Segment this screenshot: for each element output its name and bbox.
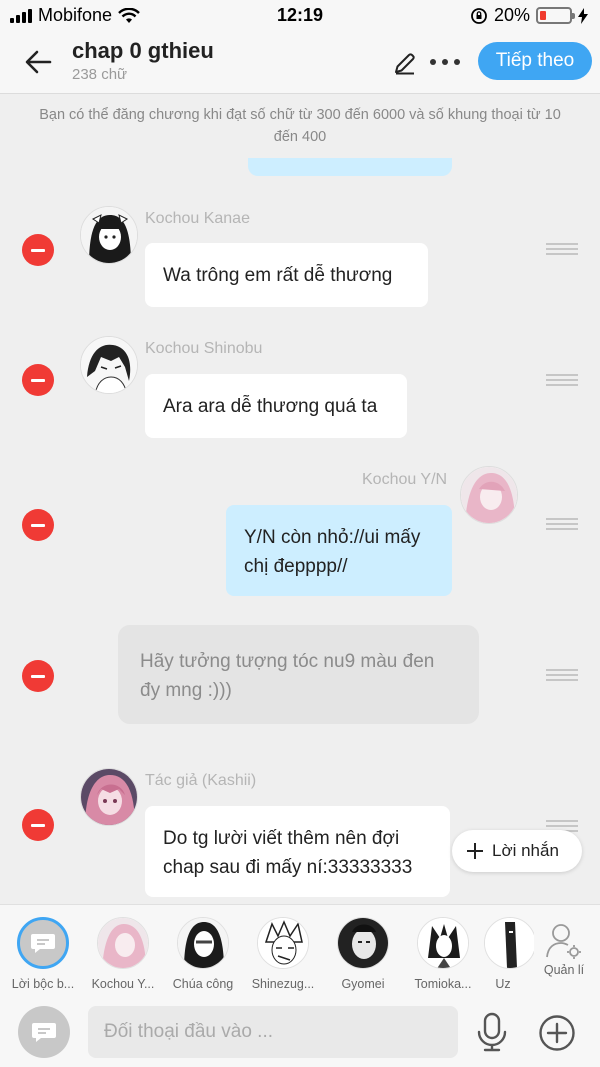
next-button[interactable]: Tiếp theo bbox=[478, 42, 592, 80]
drag-handle-icon[interactable] bbox=[546, 669, 578, 681]
battery-icon bbox=[536, 7, 575, 24]
character-uzui[interactable]: Uz bbox=[472, 917, 534, 991]
pencil-icon[interactable] bbox=[392, 50, 418, 76]
message-bubble[interactable]: Do tg lười viết thêm nên đợi chap sau đi… bbox=[145, 806, 450, 897]
character-avatar bbox=[257, 917, 309, 969]
remove-message-button[interactable] bbox=[22, 234, 54, 266]
manage-user-icon bbox=[546, 924, 581, 959]
character-avatar bbox=[177, 917, 229, 969]
speaker-name: Tác giả (Kashii) bbox=[145, 772, 257, 789]
character-avatar bbox=[484, 917, 534, 969]
character-narration[interactable]: Lời bộc b... bbox=[3, 917, 83, 991]
back-arrow-icon[interactable] bbox=[20, 46, 56, 78]
avatar-kochou-kanae bbox=[80, 206, 138, 264]
character-label: Lời bộc b... bbox=[11, 977, 75, 991]
remove-message-button[interactable] bbox=[22, 509, 54, 541]
add-note-label: Lời nhắn bbox=[492, 841, 559, 860]
remove-message-button[interactable] bbox=[22, 364, 54, 396]
character-label: Gyomei bbox=[341, 977, 385, 991]
drag-handle-icon[interactable] bbox=[546, 243, 578, 255]
chapter-title: chap 0 gthieu bbox=[72, 38, 214, 63]
character-label: Uz bbox=[495, 977, 511, 991]
add-circle-icon[interactable] bbox=[538, 1014, 576, 1052]
charging-bolt-icon bbox=[578, 7, 588, 24]
manage-characters-button[interactable]: Quản lí bbox=[528, 917, 600, 977]
character-label: Shinezug... bbox=[251, 977, 315, 991]
avatar-kochou-shinobu bbox=[80, 336, 138, 394]
drag-handle-icon[interactable] bbox=[546, 518, 578, 530]
chat-bubble-icon bbox=[32, 1023, 56, 1042]
narration-bubble[interactable]: Hãy tưởng tượng tóc nu9 màu đen đy mng :… bbox=[118, 625, 479, 724]
microphone-icon[interactable] bbox=[476, 1012, 508, 1052]
previous-message-bubble[interactable] bbox=[248, 158, 452, 176]
my-message-bubble[interactable]: Y/N còn nhỏ://ui mấy chị đepppp// bbox=[226, 505, 452, 596]
battery-percent: 20% bbox=[493, 5, 530, 25]
word-limit-notice: Bạn có thể đăng chương khi đạt số chữ từ… bbox=[39, 107, 561, 145]
character-kochou-yn[interactable]: Kochou Y... bbox=[83, 917, 163, 991]
plus-icon bbox=[467, 843, 483, 859]
more-options-icon[interactable] bbox=[430, 59, 460, 65]
character-shinazugawa[interactable]: Shinezug... bbox=[243, 917, 323, 991]
remove-message-button[interactable] bbox=[22, 660, 54, 692]
input-bar bbox=[0, 1000, 600, 1067]
word-count: 238 chữ bbox=[72, 66, 128, 83]
message-bubble[interactable]: Wa trông em rất dễ thương bbox=[145, 243, 428, 307]
character-avatar bbox=[417, 917, 469, 969]
status-right: 20% bbox=[470, 5, 588, 26]
narration-icon bbox=[17, 917, 69, 969]
character-label: Chúa công bbox=[172, 977, 234, 991]
character-avatar bbox=[337, 917, 389, 969]
rotation-lock-icon bbox=[471, 7, 487, 24]
remove-message-button[interactable] bbox=[22, 809, 54, 841]
character-gyomei[interactable]: Gyomei bbox=[323, 917, 403, 991]
app-header: chap 0 gthieu 238 chữ Tiếp theo bbox=[0, 32, 600, 94]
add-note-button[interactable]: Lời nhắn bbox=[452, 830, 582, 872]
character-tomioka[interactable]: Tomioka... bbox=[403, 917, 483, 991]
avatar-kochou-yn bbox=[460, 466, 518, 524]
message-bubble[interactable]: Ara ara dễ thương quá ta bbox=[145, 374, 407, 438]
character-strip: Lời bộc b... Kochou Y... Chúa công Shine… bbox=[0, 904, 600, 1000]
character-chua-cong[interactable]: Chúa công bbox=[163, 917, 243, 991]
speaker-name: Kochou Shinobu bbox=[145, 340, 263, 357]
drag-handle-icon[interactable] bbox=[546, 374, 578, 386]
manage-label: Quản lí bbox=[543, 963, 585, 977]
character-avatar bbox=[97, 917, 149, 969]
status-bar: Mobifone 12:19 20% bbox=[0, 0, 600, 32]
narration-mode-button[interactable] bbox=[18, 1006, 70, 1058]
character-label: Kochou Y... bbox=[91, 977, 155, 991]
avatar-author-kashii bbox=[80, 768, 138, 826]
speaker-name: Kochou Y/N bbox=[362, 471, 448, 488]
character-label: Tomioka... bbox=[414, 977, 472, 991]
dialogue-input[interactable] bbox=[88, 1006, 458, 1058]
speaker-name: Kochou Kanae bbox=[145, 210, 250, 227]
